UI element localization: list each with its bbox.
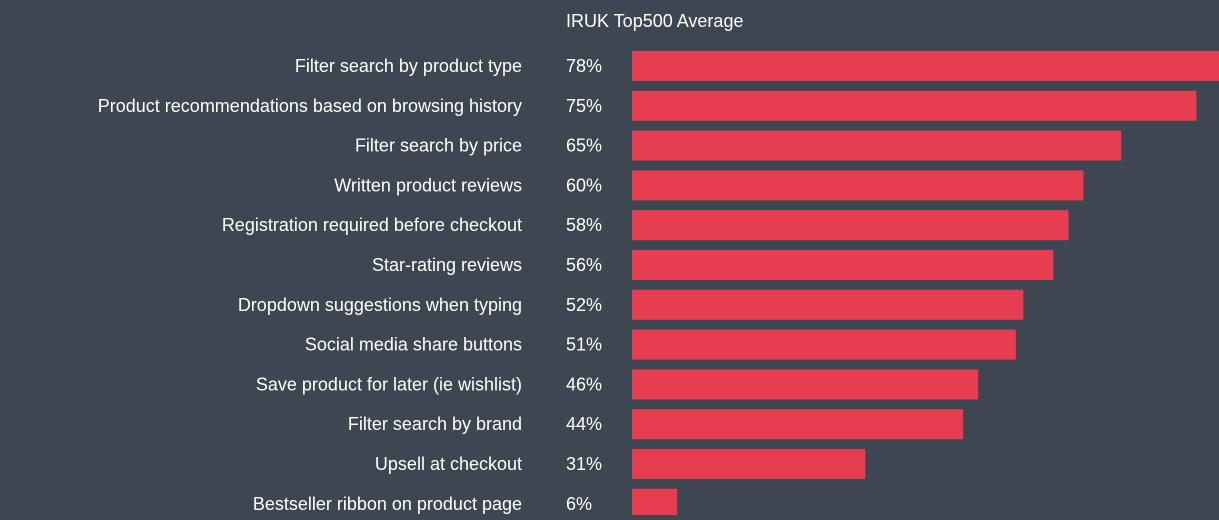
value-label: 31% [566, 454, 602, 474]
chart-container: IRUK Top500 Average Filter search by pro… [0, 0, 1219, 519]
value-label: 56% [566, 255, 602, 275]
value-label: 51% [566, 335, 602, 355]
category-label: Star-rating reviews [372, 255, 522, 275]
bar [632, 51, 1219, 81]
category-label: Dropdown suggestions when typing [238, 295, 522, 315]
value-label: 52% [566, 295, 602, 315]
bar [632, 329, 1016, 360]
category-label: Filter search by brand [348, 414, 522, 434]
bar [632, 369, 979, 400]
value-label: 58% [566, 215, 602, 235]
bar [632, 170, 1084, 201]
bar [632, 250, 1054, 280]
category-labels: Filter search by product type Product rec… [98, 56, 522, 514]
bar [632, 130, 1122, 161]
category-label: Bestseller ribbon on product page [253, 494, 522, 514]
bar [632, 210, 1069, 241]
value-label: 75% [566, 96, 602, 116]
category-label: Filter search by price [355, 136, 522, 156]
category-label: Registration required before checkout [222, 215, 522, 235]
value-label: 78% [566, 56, 602, 76]
bar [632, 289, 1024, 320]
value-label: 6% [566, 494, 592, 514]
category-label: Social media share buttons [305, 335, 522, 355]
value-label: 65% [566, 136, 602, 156]
chart-title: IRUK Top500 Average [566, 11, 743, 31]
value-label: 60% [566, 175, 602, 195]
value-label: 46% [566, 374, 602, 394]
bars [632, 51, 1219, 519]
bar-chart: IRUK Top500 Average Filter search by pro… [98, 11, 1219, 519]
value-labels: 78% 75% 65% 60% 58% 56% 52% 51% 46% 44% 31% 6% [566, 56, 602, 514]
bar [632, 488, 678, 519]
bar [632, 90, 1197, 121]
bar [632, 449, 866, 479]
category-label: Filter search by product type [295, 56, 522, 76]
category-label: Written product reviews [334, 175, 522, 195]
bar [632, 409, 964, 440]
category-label: Save product for later (ie wishlist) [256, 374, 522, 394]
value-label: 44% [566, 414, 602, 434]
category-label: Product recommendations based on browsin… [98, 96, 522, 116]
category-label: Upsell at checkout [375, 454, 522, 474]
